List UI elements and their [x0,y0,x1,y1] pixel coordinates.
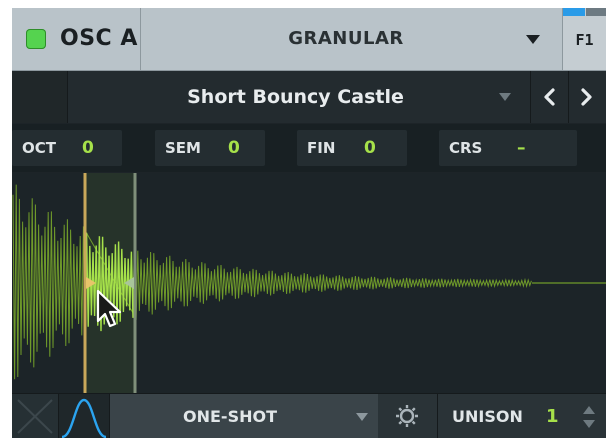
filter-route-indicator [586,8,606,16]
unison-stepper-icon[interactable] [580,402,598,432]
oscillator-header: OSC A GRANULAR F1 [12,8,606,71]
chevron-down-icon [356,413,368,421]
oscillator-enable-toggle[interactable] [26,29,46,49]
oscillator-label: OSC A [60,26,138,51]
window-shape-selector[interactable] [59,394,110,438]
semitone-knob[interactable]: SEM 0 [155,130,265,166]
coarse-label: CRS [449,139,483,157]
octave-value[interactable]: 0 [82,130,94,166]
playback-mode-selector[interactable]: ONE-SHOT [110,394,378,438]
filter-route-label[interactable]: F1 [563,28,606,52]
semitone-label: SEM [165,139,201,157]
oscillator-panel: OSC A GRANULAR F1 Short Bouncy Castle OC… [12,8,606,438]
wavetable-selector[interactable]: GRANULAR [141,8,551,70]
tuning-row: OCT 0 SEM 0 FIN 0 CRS – [12,124,606,172]
preset-menu-area[interactable] [12,71,68,123]
octave-label: OCT [22,139,56,157]
playback-mode-label: ONE-SHOT [183,407,277,426]
next-preset-button[interactable] [568,71,605,123]
bottom-bar: ONE-SHOT UNISON 1 [12,393,606,438]
chevron-left-icon [544,88,555,106]
fine-label: FIN [307,139,336,157]
chevron-right-icon [581,88,592,106]
waveform-graphic [12,173,606,393]
fine-knob[interactable]: FIN 0 [297,130,407,166]
cross-icon [17,399,53,434]
unison-label: UNISON [452,407,523,426]
gear-icon [396,405,418,427]
preset-dropdown-icon[interactable] [499,93,511,101]
semitone-value[interactable]: 0 [228,130,240,166]
filter-route-indicator [563,8,585,16]
unison-value[interactable]: 1 [546,394,559,438]
wavetable-dropdown-icon[interactable] [526,35,540,44]
fine-value[interactable]: 0 [364,130,376,166]
coarse-value[interactable]: – [517,130,526,166]
preset-row: Short Bouncy Castle [12,71,606,123]
bell-curve-icon [61,398,107,438]
preset-name[interactable]: Short Bouncy Castle [68,71,523,123]
waveform-display[interactable] [12,173,606,393]
settings-button[interactable] [387,394,427,438]
octave-knob[interactable]: OCT 0 [12,130,122,166]
coarse-knob[interactable]: CRS – [439,130,577,166]
envelope-off-button[interactable] [12,394,59,438]
previous-preset-button[interactable] [530,71,567,123]
unison-control[interactable]: UNISON 1 [437,394,606,438]
